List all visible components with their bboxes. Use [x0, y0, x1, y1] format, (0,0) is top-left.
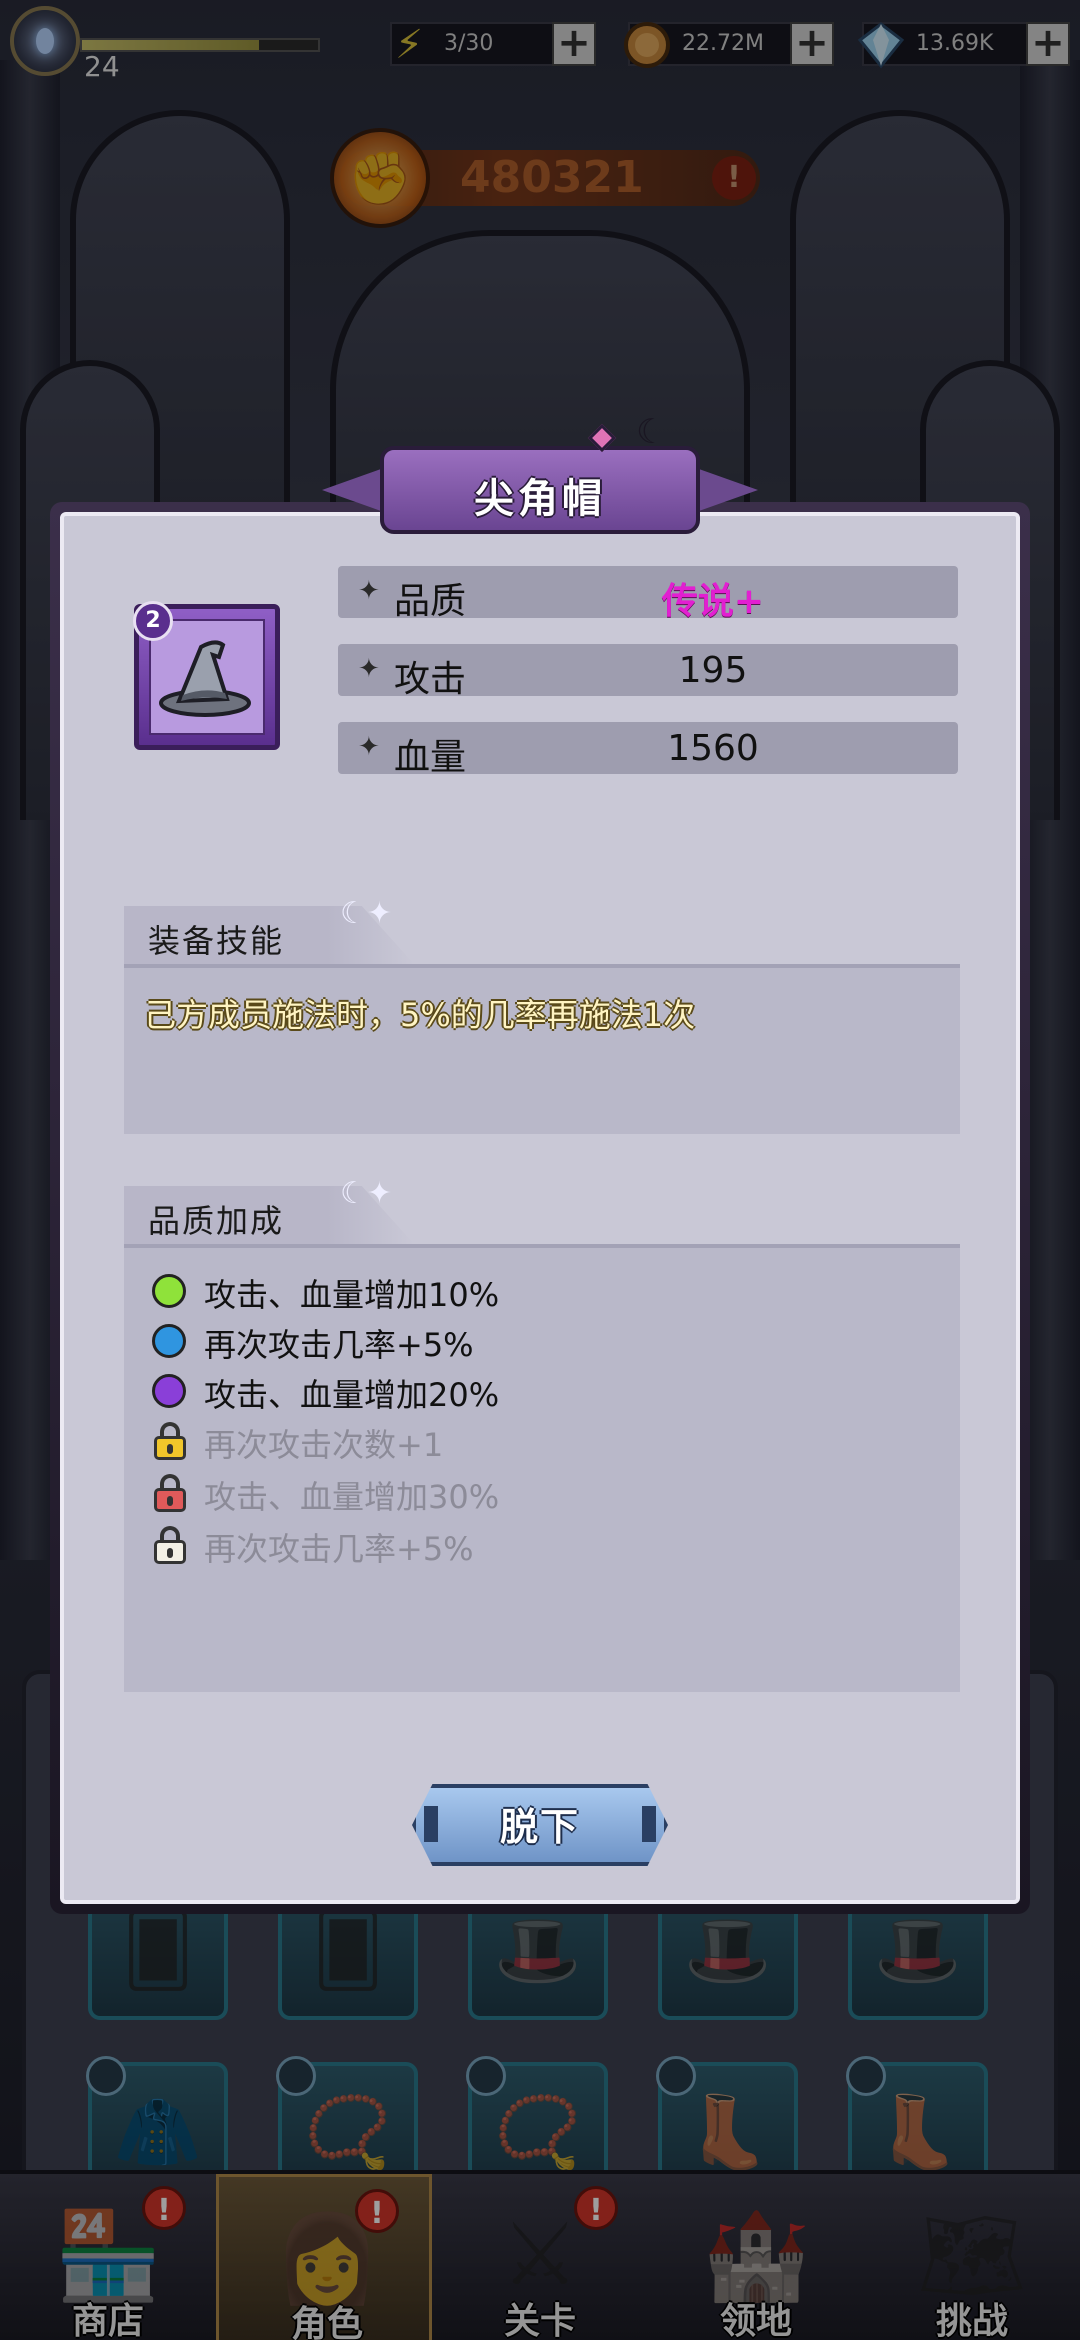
moon-sparkle-icon: ☾✦ [340, 1176, 393, 1211]
lock-icon [152, 1474, 188, 1512]
stat-label: 攻击 [394, 659, 467, 700]
moon-sparkle-icon: ☾✦ [340, 896, 393, 931]
bonus-text: 再次攻击次数+1 [204, 1426, 444, 1464]
bonus-text: 攻击、血量增加30% [204, 1478, 500, 1516]
quality-value: 传说+ [661, 581, 765, 622]
stat-attack: ✦ 攻击 195 [338, 644, 958, 700]
bonus-text: 再次攻击几率+5% [204, 1530, 474, 1568]
stat-label: 血量 [394, 737, 467, 778]
item-rank-badge: 2 [133, 601, 173, 641]
lock-icon [152, 1526, 188, 1564]
section-title: 品质加成 [148, 1202, 285, 1240]
moon-ornament-icon: ☾ [636, 412, 667, 452]
skill-description: 己方成员施法时，5%的几率再施法1次 [144, 996, 696, 1034]
bonus-unlocked-dot-icon [152, 1324, 186, 1358]
stat-label: 品质 [394, 581, 467, 622]
bonus-text: 再次攻击几率+5% [204, 1326, 474, 1364]
lock-icon [152, 1422, 188, 1460]
item-name: 尖角帽 [474, 476, 606, 522]
item-icon: 2 [133, 601, 280, 750]
sparkle-icon: ✦ [358, 654, 380, 684]
section-title: 装备技能 [148, 922, 285, 960]
bonus-text: 攻击、血量增加20% [204, 1376, 500, 1414]
skill-section-body: 己方成员施法时，5%的几率再施法1次 [124, 964, 960, 1134]
quality-bonus-list: 攻击、血量增加10% 再次攻击几率+5% 攻击、血量增加20% 再次攻击次数+1… [124, 1244, 960, 1692]
bonus-text: 攻击、血量增加10% [204, 1276, 500, 1314]
attack-value: 195 [678, 650, 748, 691]
bonus-unlocked-dot-icon [152, 1374, 186, 1408]
dialog-title-banner: 尖角帽 [322, 423, 758, 540]
stat-hp: ✦ 血量 1560 [338, 722, 958, 778]
bonus-unlocked-dot-icon [152, 1274, 186, 1308]
sparkle-icon: ✦ [358, 732, 380, 762]
title-plate: 尖角帽 [380, 423, 700, 534]
hp-value: 1560 [667, 728, 759, 769]
witch-hat-icon [159, 640, 251, 717]
stat-quality: ✦ 品质 传说+ [338, 566, 958, 622]
unequip-label: 脱下 [499, 1805, 580, 1849]
sparkle-icon: ✦ [358, 576, 380, 606]
